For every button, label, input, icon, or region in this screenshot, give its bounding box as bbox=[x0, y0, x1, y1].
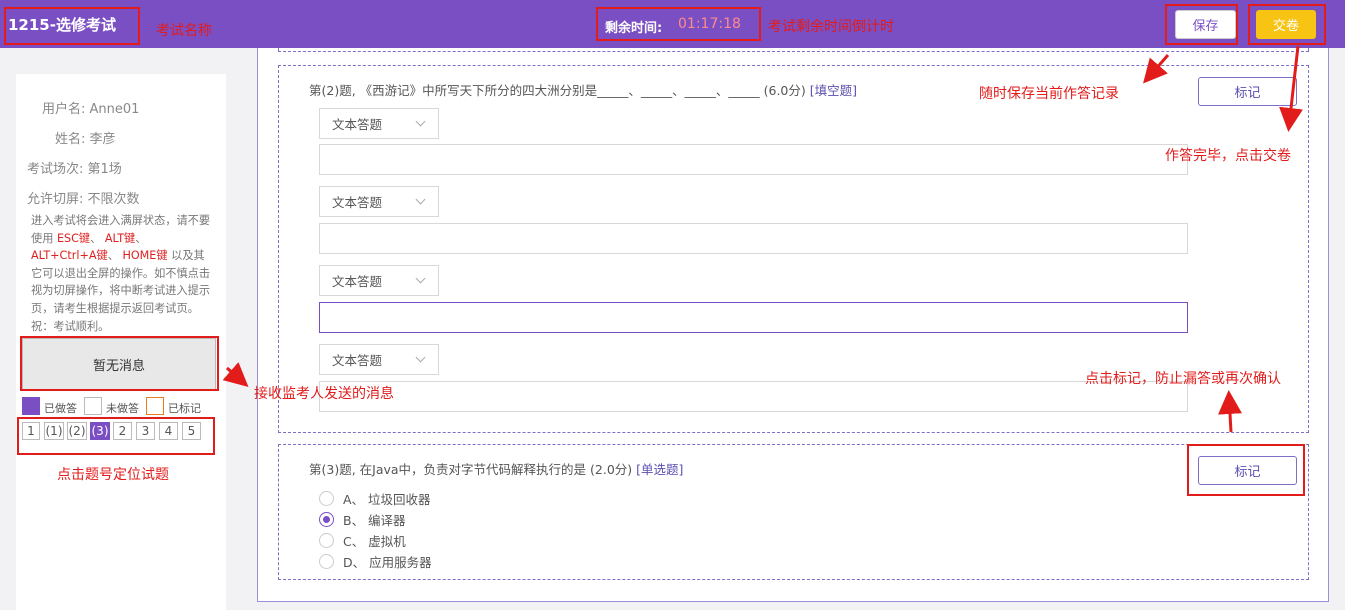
arrow-to-mark-button bbox=[1218, 390, 1242, 433]
arrow-to-submit-note bbox=[1279, 45, 1303, 132]
arrow-to-save-note bbox=[1143, 54, 1170, 84]
annotation-arrows bbox=[222, 45, 1303, 433]
arrow-to-message-note bbox=[222, 362, 249, 387]
